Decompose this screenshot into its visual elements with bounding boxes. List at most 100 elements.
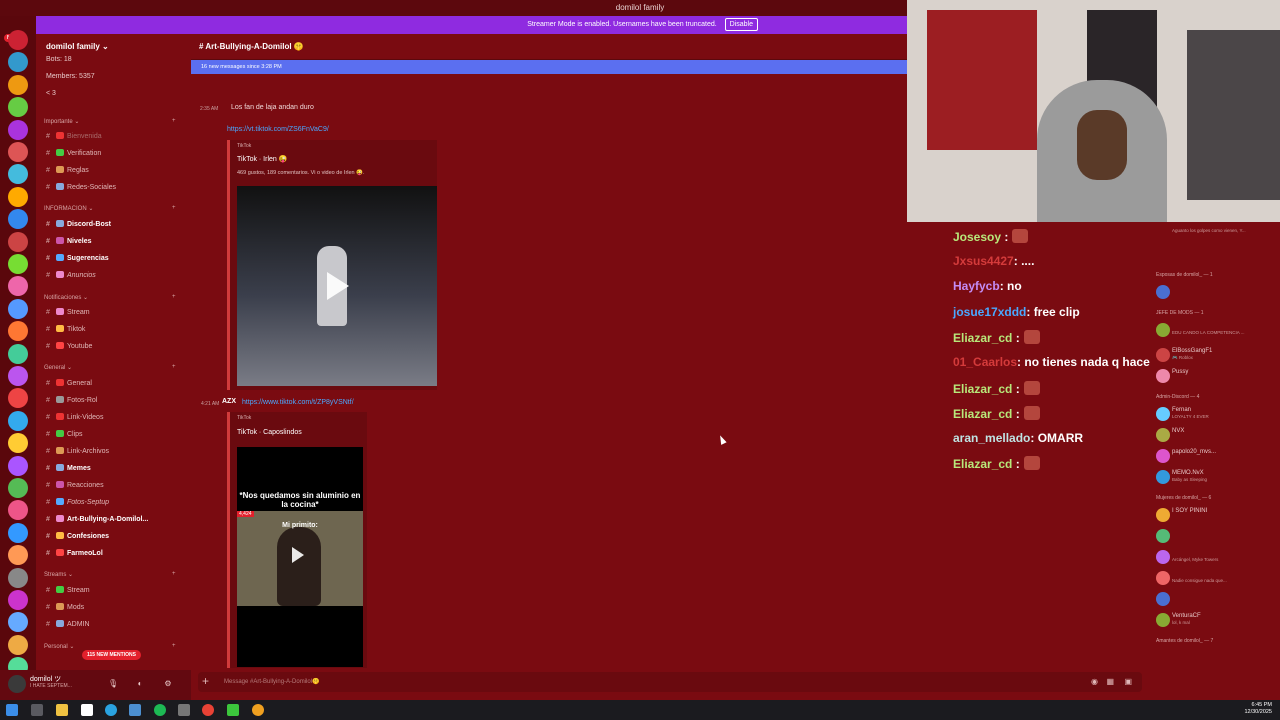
- channel-item[interactable]: # Youtube: [46, 342, 92, 350]
- notepad-icon[interactable]: [81, 704, 93, 716]
- member-item[interactable]: MEMO.NvX Baby as Sleeping: [1156, 470, 1280, 484]
- server-icon[interactable]: [8, 30, 28, 50]
- member-item[interactable]: Nadie consigue nada que...: [1156, 571, 1280, 585]
- file-explorer-icon[interactable]: [56, 704, 68, 716]
- channel-item[interactable]: # Tiktok: [46, 325, 85, 333]
- embed-title[interactable]: TikTok · Irlen 😜: [237, 155, 287, 163]
- channel-item[interactable]: # Mods: [46, 603, 84, 611]
- server-icon[interactable]: [8, 186, 28, 207]
- server-icon[interactable]: [8, 298, 28, 319]
- server-icon[interactable]: [8, 209, 28, 230]
- message-author[interactable]: AZX: [222, 398, 236, 405]
- new-mentions-badge[interactable]: 115 NEW MENTIONS: [82, 650, 141, 660]
- add-channel-icon[interactable]: +: [172, 643, 176, 649]
- server-icon[interactable]: [8, 74, 28, 95]
- server-icon[interactable]: [8, 119, 28, 140]
- member-item[interactable]: [1156, 529, 1280, 543]
- channel-item[interactable]: # Discord-Bost: [46, 220, 111, 228]
- member-item[interactable]: [1156, 285, 1280, 299]
- add-channel-icon[interactable]: +: [172, 364, 176, 370]
- task-view-icon[interactable]: [31, 704, 43, 716]
- emoji-icon[interactable]: ▣: [1124, 677, 1132, 686]
- member-item[interactable]: Aguanto los golpes como vienen, Y...: [1156, 226, 1280, 240]
- server-icon[interactable]: [8, 321, 28, 342]
- server-icon[interactable]: [8, 164, 28, 185]
- server-icon[interactable]: [8, 590, 28, 610]
- server-icon[interactable]: [8, 522, 28, 543]
- gift-icon[interactable]: ◉: [1091, 677, 1098, 686]
- channel-item[interactable]: # Redes-Sociales: [46, 183, 116, 191]
- channel-item[interactable]: # Fotos-Rol: [46, 396, 97, 404]
- channel-item[interactable]: # Art-Bullying-A-Domilol...: [46, 515, 148, 523]
- channel-item[interactable]: # Verification: [46, 149, 101, 157]
- add-channel-icon[interactable]: +: [172, 118, 176, 124]
- channel-item[interactable]: # Confesiones: [46, 532, 109, 540]
- channel-item[interactable]: # Memes: [46, 464, 91, 472]
- channel-item[interactable]: # Link-Archivos: [46, 447, 109, 455]
- play-icon[interactable]: [292, 547, 304, 563]
- channel-item[interactable]: # Niveles: [46, 237, 92, 245]
- sticker-icon[interactable]: ▦: [1106, 677, 1114, 686]
- member-item[interactable]: papolo20_mvs...: [1156, 449, 1280, 463]
- channel-category[interactable]: INFORMACION ⌄ +: [44, 205, 176, 212]
- video-thumbnail[interactable]: [237, 186, 437, 386]
- add-channel-icon[interactable]: +: [172, 571, 176, 577]
- channel-category[interactable]: Streams ⌄ +: [44, 571, 176, 578]
- channel-item[interactable]: # ADMIN: [46, 620, 90, 628]
- server-icon[interactable]: [8, 634, 28, 655]
- channel-category[interactable]: Notificaciones ⌄ +: [44, 294, 176, 301]
- play-icon[interactable]: [327, 272, 349, 300]
- disable-streamer-mode-button[interactable]: Disable: [724, 18, 758, 31]
- server-icon[interactable]: [8, 276, 28, 297]
- video-thumbnail[interactable]: *Nos quedamos sin aluminio en la cocina*…: [237, 447, 363, 667]
- server-icon[interactable]: [8, 455, 28, 476]
- spotify-icon[interactable]: [154, 704, 166, 716]
- message-composer[interactable]: + Message #Art-Bullying-A-Domilol🤫 ◉ ▦ ▣: [198, 672, 1142, 692]
- headset-icon[interactable]: ◐: [135, 679, 145, 689]
- channel-item[interactable]: # Bienvenida: [46, 132, 102, 140]
- channel-item[interactable]: # FarmeoLol: [46, 549, 103, 557]
- channel-item[interactable]: # Reacciones: [46, 481, 104, 489]
- channel-item[interactable]: # Anuncios: [46, 271, 96, 279]
- channel-category[interactable]: Personal ⌄ +: [44, 643, 176, 650]
- channel-item[interactable]: # Reglas: [46, 166, 89, 174]
- system-clock[interactable]: 6:45 PM 12/30/2025: [1244, 702, 1272, 716]
- channel-item[interactable]: # Stream: [46, 308, 90, 316]
- server-icon[interactable]: [8, 97, 28, 118]
- discord-taskbar-icon[interactable]: [252, 704, 264, 716]
- member-item[interactable]: EDU CANDO LA COMPETENCIA ...: [1156, 323, 1280, 337]
- channel-category[interactable]: General ⌄ +: [44, 364, 176, 371]
- server-icon[interactable]: [8, 231, 28, 252]
- channel-item[interactable]: # Stream: [46, 586, 90, 594]
- message-link[interactable]: https://www.tiktok.com/t/ZP8yVSNtf/: [242, 399, 354, 406]
- channel-item[interactable]: # Fotos-Septup: [46, 498, 109, 506]
- add-attachment-icon[interactable]: +: [202, 674, 209, 688]
- gear-icon[interactable]: ⚙: [163, 679, 173, 689]
- obs-icon[interactable]: [178, 704, 190, 716]
- member-item[interactable]: Pussy: [1156, 369, 1280, 383]
- new-messages-bar[interactable]: 16 new messages since 3:28 PM: [191, 60, 908, 74]
- windows-start-icon[interactable]: [6, 704, 18, 716]
- server-name[interactable]: domilol family ⌄: [46, 42, 109, 51]
- server-icon[interactable]: [8, 388, 28, 409]
- steam-icon[interactable]: [129, 704, 141, 716]
- server-icon[interactable]: [8, 366, 28, 386]
- chrome-icon[interactable]: [202, 704, 214, 716]
- channel-item[interactable]: # Clips: [46, 430, 83, 438]
- embed-title[interactable]: TikTok · Caposlindos: [237, 429, 302, 436]
- server-icon[interactable]: [8, 567, 28, 588]
- server-icon[interactable]: [8, 254, 28, 274]
- channel-category[interactable]: Importante ⌄ +: [44, 118, 176, 125]
- message-link[interactable]: https://vt.tiktok.com/ZS6FnVaC9/: [227, 126, 329, 133]
- kick-icon[interactable]: [227, 704, 239, 716]
- add-channel-icon[interactable]: +: [172, 294, 176, 300]
- server-icon[interactable]: [8, 500, 28, 521]
- member-item[interactable]: [1156, 592, 1280, 606]
- microphone-icon[interactable]: 🎙: [108, 679, 118, 689]
- channel-item[interactable]: # Sugerencias: [46, 254, 109, 262]
- add-channel-icon[interactable]: +: [172, 205, 176, 211]
- channel-item[interactable]: # Link-Videos: [46, 413, 103, 421]
- member-item[interactable]: Arcángel, Myke Towers: [1156, 550, 1280, 564]
- server-icon[interactable]: [8, 433, 28, 454]
- edge-icon[interactable]: [105, 704, 117, 716]
